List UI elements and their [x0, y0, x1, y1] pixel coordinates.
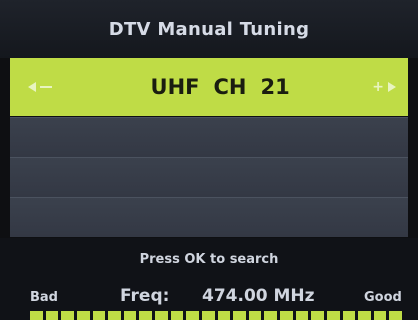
- signal-segment: [389, 311, 402, 320]
- signal-segment: [311, 311, 324, 320]
- signal-segment: [61, 311, 74, 320]
- signal-segment: [123, 311, 137, 320]
- channel-increase-control[interactable]: +: [372, 80, 396, 94]
- channel-ch-label: CH: [213, 75, 247, 99]
- minus-icon: [40, 86, 52, 88]
- signal-segment: [358, 311, 371, 320]
- channel-decrease-control[interactable]: [28, 82, 52, 92]
- signal-segment: [186, 311, 199, 320]
- signal-segment: [233, 311, 246, 320]
- signal-segment: [92, 311, 106, 320]
- signal-segment: [201, 311, 215, 320]
- frequency-value: 474.00 MHz: [202, 286, 315, 306]
- signal-segment: [248, 311, 262, 320]
- signal-segment: [217, 311, 231, 320]
- frequency-label: Freq:: [120, 286, 170, 306]
- signal-segment: [295, 311, 309, 320]
- signal-strength-bar: [30, 311, 402, 320]
- signal-segment: [373, 311, 387, 320]
- signal-panel: [0, 238, 418, 320]
- menu-row-empty-2: [10, 157, 408, 197]
- channel-number: 21: [260, 75, 290, 99]
- plus-icon: +: [372, 79, 384, 95]
- signal-segment: [30, 311, 43, 320]
- menu-row-empty-1: [10, 117, 408, 157]
- signal-segment: [76, 311, 90, 320]
- signal-segment: [108, 311, 121, 320]
- signal-bad-label: Bad: [30, 290, 58, 305]
- right-arrow-icon: [387, 82, 396, 92]
- signal-segment: [155, 311, 168, 320]
- signal-segment: [280, 311, 293, 320]
- signal-segment: [326, 311, 340, 320]
- signal-good-label: Good: [364, 290, 402, 305]
- channel-display: UHF CH 21: [151, 75, 290, 99]
- channel-band: UHF: [150, 75, 200, 99]
- tv-osd-screen: DTV Manual Tuning UHF CH 21 + Press OK t…: [0, 0, 418, 320]
- menu-row-empty-3: [10, 197, 408, 237]
- signal-segment: [45, 311, 59, 320]
- signal-segment: [170, 311, 184, 320]
- title-bar: DTV Manual Tuning: [0, 0, 418, 58]
- signal-segment: [342, 311, 356, 320]
- signal-segment: [139, 311, 152, 320]
- search-hint: Press OK to search: [139, 252, 279, 267]
- channel-selector[interactable]: UHF CH 21 +: [10, 58, 408, 116]
- left-arrow-icon: [28, 82, 36, 92]
- menu-title: DTV Manual Tuning: [108, 18, 310, 40]
- signal-segment: [264, 311, 277, 320]
